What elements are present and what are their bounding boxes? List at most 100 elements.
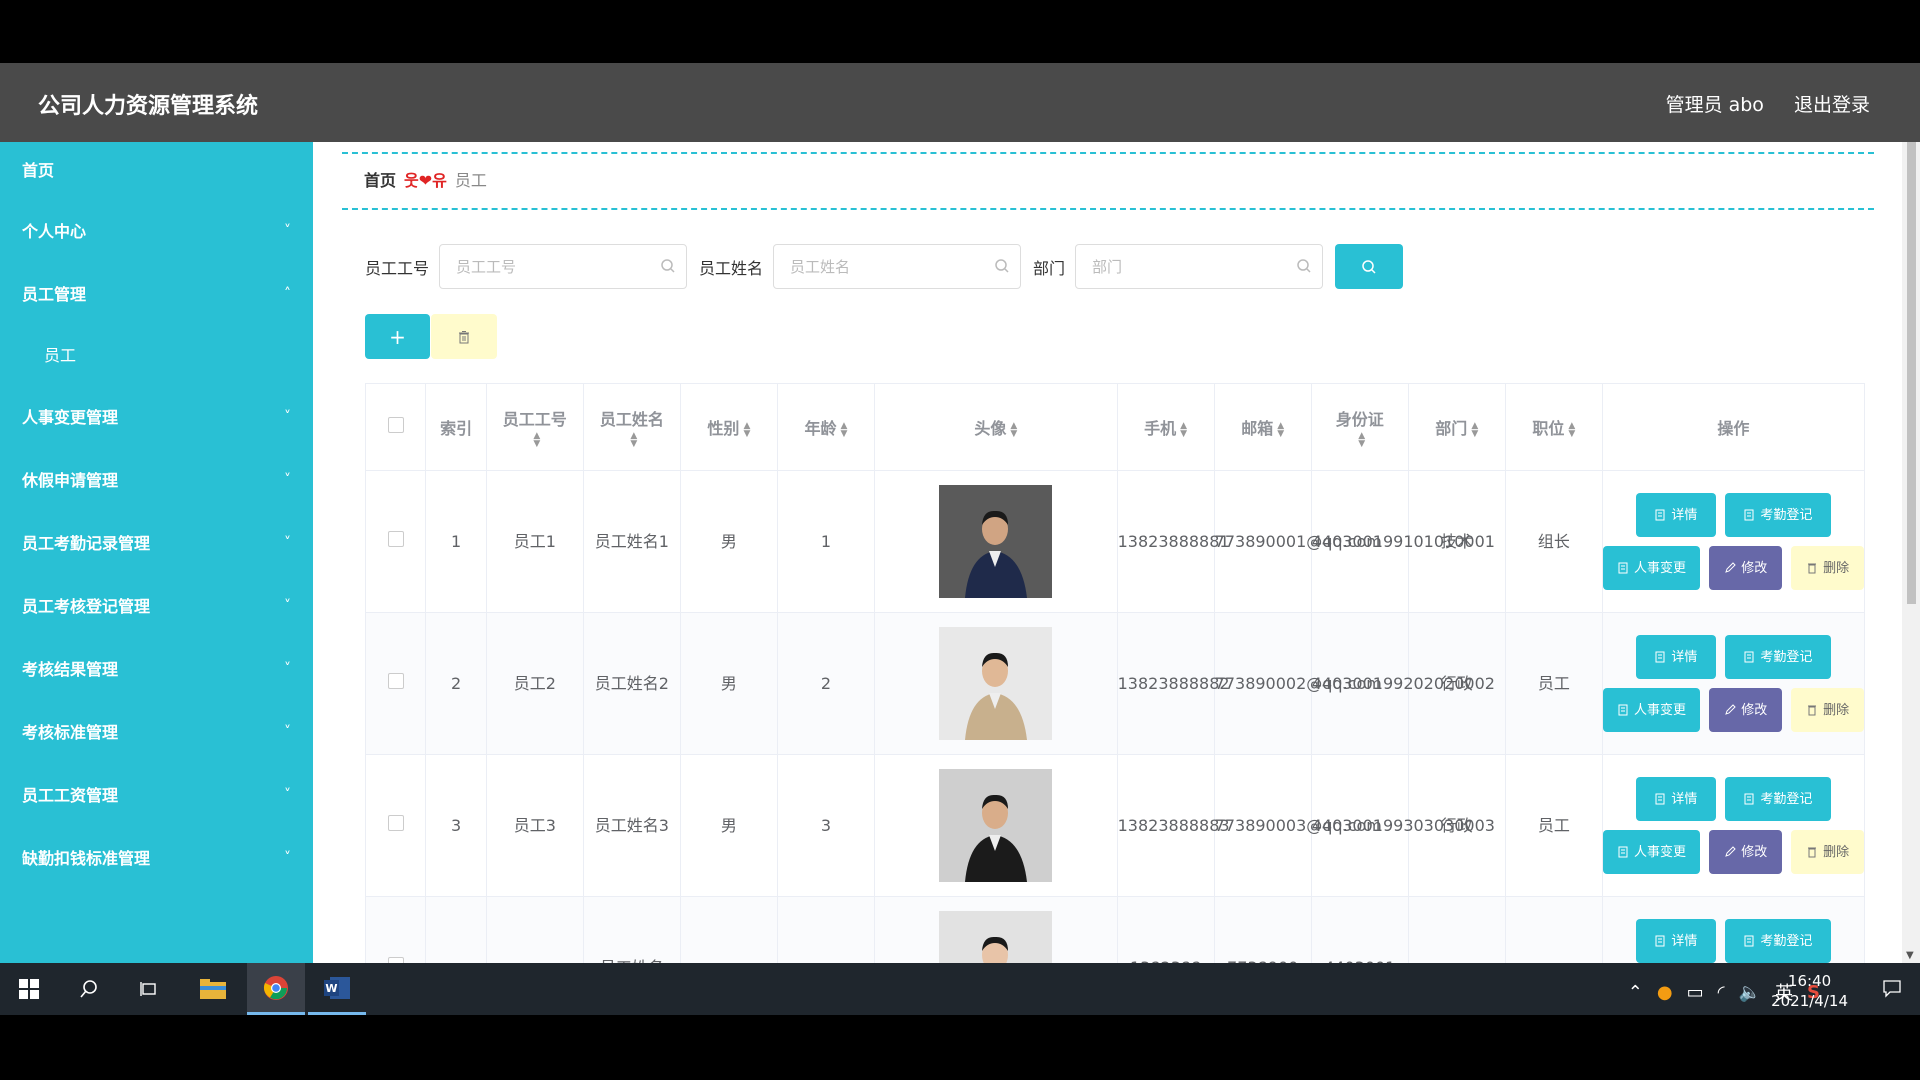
select-all-checkbox[interactable] [387, 417, 404, 433]
attendance-register-button[interactable]: 考勤登记 [1724, 493, 1831, 537]
detail-button[interactable]: 详情 [1635, 635, 1716, 679]
detail-button[interactable]: 详情 [1635, 919, 1716, 963]
add-button[interactable]: + [365, 314, 430, 359]
ops-line: 人事变更 修改 删除 [1602, 546, 1864, 590]
chrome-taskbar-icon[interactable] [247, 963, 305, 1015]
row-checkbox[interactable] [387, 815, 404, 831]
col-avatar[interactable]: 头像 ▲ ▼ [873, 383, 1118, 471]
bulk-delete-button[interactable] [431, 314, 497, 359]
col-phone[interactable]: 手机 ▲ ▼ [1116, 383, 1215, 471]
dept-input[interactable] [1076, 245, 1323, 288]
sort-icon[interactable]: ▲ ▼ [743, 421, 750, 438]
sidebar-item-leave-application[interactable]: 休假申请管理 ˅ [0, 449, 313, 512]
col-position[interactable]: 职位 ▲ ▼ [1504, 383, 1603, 471]
sort-icon[interactable]: ▲ ▼ [1010, 421, 1017, 438]
sidebar-item-salary[interactable]: 员工工资管理 ˅ [0, 764, 313, 827]
taskbar-search-icon[interactable] [60, 963, 118, 1015]
emp-name-input[interactable] [774, 245, 1021, 288]
chevron-down-icon: ˅ [284, 223, 291, 239]
employee-avatar[interactable] [939, 769, 1053, 882]
current-user[interactable]: 管理员 abo [1666, 94, 1764, 116]
file-explorer-icon[interactable] [184, 963, 242, 1015]
sidebar-item-employee[interactable]: 员工 [0, 326, 313, 386]
row-checkbox[interactable] [387, 531, 404, 547]
sort-icon[interactable]: ▲ ▼ [1568, 421, 1575, 438]
sidebar-item-label: 个人中心 [22, 222, 87, 241]
breadcrumb: 首页 웃❤유 员工 [342, 152, 1874, 210]
detail-button[interactable]: 详情 [1635, 777, 1716, 821]
scrollbar-thumb[interactable] [1907, 142, 1916, 604]
action-bar: + [365, 314, 497, 359]
message-icon [1883, 980, 1901, 998]
tray-expand-icon[interactable]: ⌃ [1628, 982, 1643, 1003]
personnel-change-button[interactable]: 人事变更 [1602, 830, 1701, 874]
edit-button[interactable]: 修改 [1709, 830, 1783, 874]
sidebar-item-attendance-records[interactable]: 员工考勤记录管理 ˅ [0, 512, 313, 575]
employee-avatar[interactable] [939, 627, 1053, 740]
sidebar-item-assessment-registration[interactable]: 员工考核登记管理 ˅ [0, 575, 313, 638]
sort-icon[interactable]: ▲ ▼ [1277, 421, 1284, 438]
col-age[interactable]: 年龄 ▲ ▼ [776, 383, 875, 471]
cell-index: 1 [425, 470, 487, 613]
personnel-change-button[interactable]: 人事变更 [1602, 546, 1701, 590]
sidebar-item-personnel-change[interactable]: 人事变更管理 ˅ [0, 386, 313, 449]
search-label-dept: 部门 [1033, 258, 1066, 278]
task-view-icon[interactable] [120, 963, 178, 1015]
delete-button[interactable]: 删除 [1791, 688, 1864, 732]
edit-button[interactable]: 修改 [1709, 546, 1783, 590]
sort-icon[interactable]: ▲ ▼ [630, 432, 637, 449]
sort-icon[interactable]: ▲ ▼ [533, 432, 540, 449]
attendance-register-button[interactable]: 考勤登记 [1724, 777, 1831, 821]
col-id-card[interactable]: 身份证 ▲ ▼ [1310, 383, 1409, 471]
sort-icon[interactable]: ▲ ▼ [1180, 421, 1187, 438]
sidebar-item-assessment-results[interactable]: 考核结果管理 ˅ [0, 638, 313, 701]
col-emp-no[interactable]: 员工工号 ▲ ▼ [485, 383, 584, 471]
personnel-change-button[interactable]: 人事变更 [1602, 688, 1701, 732]
attendance-register-button[interactable]: 考勤登记 [1724, 635, 1831, 679]
col-emp-name[interactable]: 员工姓名 ▲ ▼ [582, 383, 681, 471]
chevron-down-icon: ˅ [284, 472, 291, 488]
button-label: 考勤登记 [1760, 933, 1813, 949]
detail-button[interactable]: 详情 [1635, 493, 1716, 537]
sort-icon[interactable]: ▲ ▼ [840, 421, 847, 438]
logout-link[interactable]: 退出登录 [1794, 94, 1870, 116]
button-label: 修改 [1741, 844, 1768, 860]
button-label: 人事变更 [1634, 702, 1687, 718]
cell-ops: 详情 考勤登记 人事变更 修改 删除 [1601, 754, 1866, 897]
sidebar-item-assessment-standards[interactable]: 考核标准管理 ˅ [0, 701, 313, 764]
cell-id-card: 440300199303030003 [1310, 754, 1495, 897]
page-scrollbar[interactable]: ▼ [1902, 142, 1920, 963]
sort-icon[interactable]: ▲ ▼ [1471, 421, 1478, 438]
sidebar-item-personal-center[interactable]: 个人中心 ˅ [0, 200, 313, 263]
sidebar-item-absence-deduction[interactable]: 缺勤扣钱标准管理 ˅ [0, 827, 313, 890]
sidebar-item-employee-management[interactable]: 员工管理 ˄ [0, 263, 313, 326]
col-dept[interactable]: 部门 ▲ ▼ [1407, 383, 1506, 471]
attendance-register-button[interactable]: 考勤登记 [1724, 919, 1831, 963]
wifi-icon[interactable]: ◜ [1718, 982, 1725, 1003]
employee-avatar[interactable] [939, 911, 1053, 963]
employee-table: 索引 员工工号 ▲ ▼ 员工姓名 ▲ ▼ 性别 ▲ ▼ 年龄 ▲ ▼ 头像 ▲ ▼ 手机 ▲ ▼ 邮箱 ▲… [364, 383, 1866, 963]
sort-icon[interactable]: ▲ ▼ [1358, 432, 1365, 449]
tray-app-icon[interactable]: ● [1657, 982, 1673, 1003]
col-gender[interactable]: 性别 ▲ ▼ [679, 383, 778, 471]
employee-avatar[interactable] [939, 485, 1053, 598]
sidebar-item-home[interactable]: 首页 [0, 142, 313, 200]
windows-start-icon[interactable] [0, 963, 58, 1015]
row-checkbox[interactable] [387, 673, 404, 689]
emp-no-input[interactable] [440, 245, 687, 288]
breadcrumb-home[interactable]: 首页 [364, 171, 396, 190]
col-email[interactable]: 邮箱 ▲ ▼ [1213, 383, 1312, 471]
battery-icon[interactable]: ▭ [1687, 982, 1704, 1003]
delete-button[interactable]: 删除 [1791, 830, 1864, 874]
scroll-down-arrow-icon[interactable]: ▼ [1906, 950, 1914, 961]
volume-icon[interactable]: 🔈 [1739, 982, 1761, 1003]
notification-center-icon[interactable] [1882, 978, 1902, 1002]
delete-button[interactable]: 删除 [1791, 546, 1864, 590]
word-taskbar-icon[interactable]: W [308, 963, 366, 1015]
col-label: 性别 [707, 419, 740, 438]
doc-icon [1744, 651, 1754, 663]
edit-button[interactable]: 修改 [1709, 688, 1783, 732]
col-label: 年龄 [804, 419, 837, 438]
clock[interactable]: 16:40 2021/4/14 [1771, 971, 1848, 1011]
search-button[interactable] [1335, 244, 1404, 289]
